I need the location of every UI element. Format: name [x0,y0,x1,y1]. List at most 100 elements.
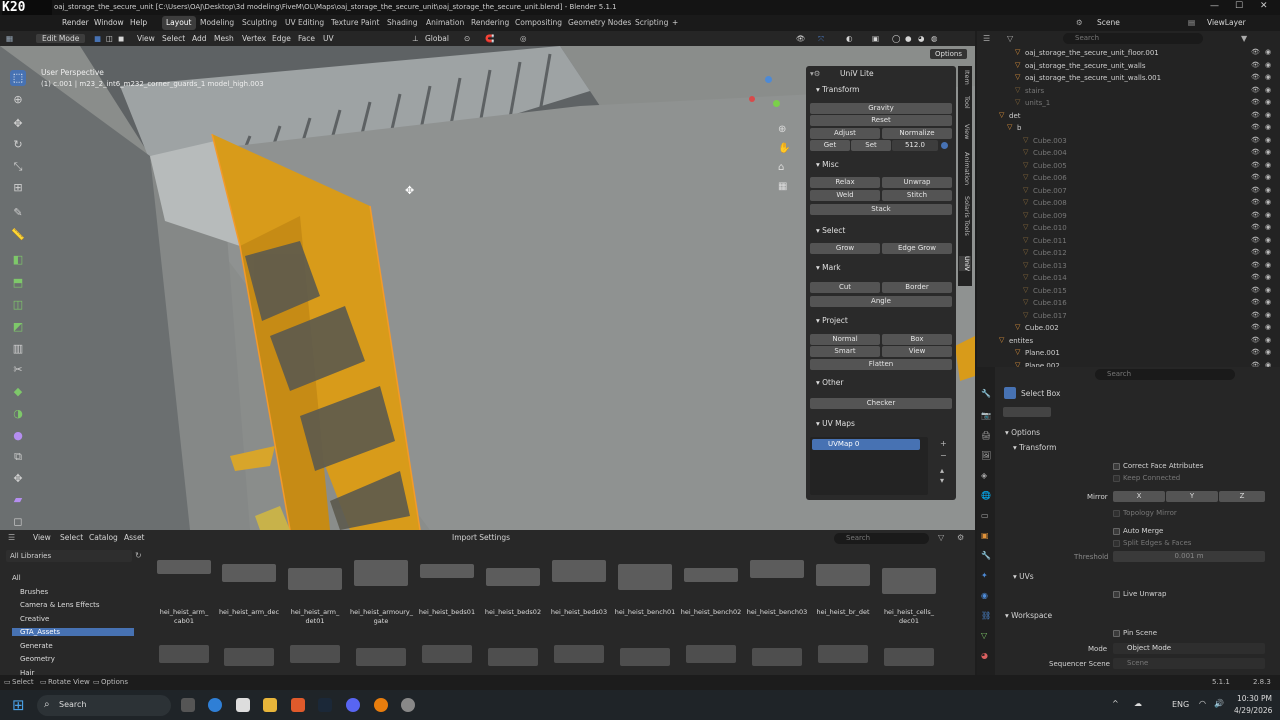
object-tab-icon[interactable]: ▣ [981,531,989,540]
render-visibility-icon[interactable]: ◉ [1265,198,1271,206]
outliner-search-input[interactable]: Search [1063,33,1203,44]
visibility-eye-icon[interactable]: 👁 [1251,198,1260,206]
correct-face-checkbox[interactable] [1113,463,1120,470]
split-edges-checkbox[interactable] [1113,540,1120,547]
topology-mirror-checkbox[interactable] [1113,510,1120,517]
tab-rendering[interactable]: Rendering [467,16,513,30]
render-visibility-icon[interactable]: ◉ [1265,148,1271,156]
render-visibility-icon[interactable]: ◉ [1265,123,1271,131]
catalog-item[interactable]: GTA_Assets [12,628,134,636]
wireframe-shading-icon[interactable]: ◯ [892,34,900,43]
tab-compositing[interactable]: Compositing [511,16,566,30]
tab-sculpting[interactable]: Sculpting [238,16,281,30]
constraints-tab-icon[interactable]: ⛓ [981,611,991,620]
add-workspace-button[interactable]: + [672,18,678,27]
outliner-row[interactable]: ▽ Cube.006 👁 ◉ [977,173,1280,185]
asset-item[interactable]: hei_heist_arm_ cab01 [153,608,215,626]
store-icon[interactable] [236,698,250,712]
visibility-eye-icon[interactable]: 👁 [1251,236,1260,244]
menu-add[interactable]: Add [192,34,207,43]
asset-thumbnail[interactable] [159,645,209,663]
visibility-eye-icon[interactable]: 👁 [1251,223,1260,231]
camera-icon[interactable]: ⌂ [778,162,784,173]
snap-icon[interactable]: 🧲 [485,34,494,43]
smart-project-button[interactable]: Smart [810,346,880,357]
view-layer-tab-icon[interactable]: 🖼 [981,451,991,460]
texel-picker-icon[interactable] [941,142,948,149]
visibility-eye-icon[interactable]: 👁 [1251,336,1260,344]
menu-render[interactable]: Render [62,18,89,27]
grow-button[interactable]: Grow [810,243,880,254]
gizmo-icon[interactable]: ⤧ [818,34,824,44]
select-box-tool-icon[interactable]: ⬚ [10,70,26,86]
annotate-tool-icon[interactable]: ✎ [10,205,26,221]
render-visibility-icon[interactable]: ◉ [1265,223,1271,231]
outliner-row[interactable]: ▽ Cube.015 👁 ◉ [977,286,1280,298]
pan-icon[interactable]: ✋ [778,143,790,154]
shear-tool-icon[interactable]: ▰ [10,492,26,508]
asset-thumbnail[interactable] [288,568,342,590]
add-uvmap-icon[interactable]: + [940,439,947,448]
tab-solaris-tools[interactable]: Solaris Tools [959,196,971,236]
tool-tab-icon[interactable]: 🔧 [981,389,991,398]
menu-edge[interactable]: Edge [272,34,291,43]
tray-overflow-icon[interactable]: ^ [1112,699,1119,708]
minimize-icon[interactable]: — [1210,1,1219,11]
clock-date[interactable]: 4/29/2026 [1234,706,1272,715]
tab-layout[interactable]: Layout [162,16,196,30]
maximize-icon[interactable]: ☐ [1235,1,1243,11]
asset-search-input[interactable]: Search [834,533,929,544]
relax-button[interactable]: Relax [810,177,880,188]
asset-item[interactable]: hei_heist_beds03 [548,608,610,617]
outliner-row[interactable]: ▽ Cube.010 👁 ◉ [977,223,1280,235]
render-visibility-icon[interactable]: ◉ [1265,73,1271,81]
visibility-eye-icon[interactable]: 👁 [1251,286,1260,294]
material-tab-icon[interactable]: ◕ [981,651,988,660]
move-tool-icon[interactable]: ✥ [10,116,26,132]
rip-tool-icon[interactable]: ◻ [10,514,26,530]
mirror-x-toggle[interactable]: X [1113,491,1165,502]
render-visibility-icon[interactable]: ◉ [1265,336,1271,344]
blender-icon[interactable] [374,698,388,712]
taskbar-search[interactable]: ⌕ Search [37,695,171,716]
render-visibility-icon[interactable]: ◉ [1265,111,1271,119]
menu-uv[interactable]: UV [323,34,334,43]
close-icon[interactable]: ✕ [1260,1,1268,11]
vertex-select-icon[interactable]: ■ [94,34,101,43]
edge-slide-tool-icon[interactable]: ⧉ [10,449,26,465]
sequencer-scene-field[interactable]: Scene [1113,658,1265,669]
adjust-button[interactable]: Adjust [810,128,880,139]
asset-thumbnail[interactable] [618,564,672,590]
outliner-row[interactable]: ▽ Cube.003 👁 ◉ [977,136,1280,148]
outliner-row[interactable]: ▽ Cube.013 👁 ◉ [977,261,1280,273]
face-select-icon[interactable]: ◼ [118,34,124,43]
asset-thumbnail[interactable] [420,564,474,578]
outliner-row[interactable]: ▽ b 👁 ◉ [977,123,1280,135]
asset-thumbnail[interactable] [818,645,868,663]
outliner-filter-icon[interactable]: ▼ [1241,34,1247,43]
live-unwrap-checkbox[interactable] [1113,591,1120,598]
transform-section[interactable]: ▾ Transform [816,85,859,94]
asset-item[interactable]: hei_heist_cells_ dec01 [878,608,940,626]
catalog-item[interactable]: All [12,574,21,582]
menu-face[interactable]: Face [298,34,315,43]
visibility-eye-icon[interactable]: 👁 [1251,98,1260,106]
tab-scripting[interactable]: Scripting [631,16,672,30]
render-visibility-icon[interactable]: ◉ [1265,236,1271,244]
edge-grow-button[interactable]: Edge Grow [882,243,952,254]
orientation-selector[interactable]: Global [425,34,449,43]
outliner-row[interactable]: ▽ Cube.007 👁 ◉ [977,186,1280,198]
tab-item[interactable]: Item [959,70,971,85]
asset-filter-icon[interactable]: ▽ [938,533,944,542]
outliner-row[interactable]: ▽ Cube.008 👁 ◉ [977,198,1280,210]
catalog-item[interactable]: Geometry [20,655,55,663]
asset-thumbnail[interactable] [486,568,540,586]
tab-uv-editing[interactable]: UV Editing [281,16,328,30]
outliner-row[interactable]: ▽ Cube.005 👁 ◉ [977,161,1280,173]
render-visibility-icon[interactable]: ◉ [1265,273,1271,281]
transform-tool-icon[interactable]: ⊞ [10,180,26,196]
set-button[interactable]: Set [851,140,891,151]
smooth-tool-icon[interactable]: ● [10,428,26,444]
outliner-row[interactable]: ▽ det 👁 ◉ [977,111,1280,123]
pin-scene-checkbox[interactable] [1113,630,1120,637]
